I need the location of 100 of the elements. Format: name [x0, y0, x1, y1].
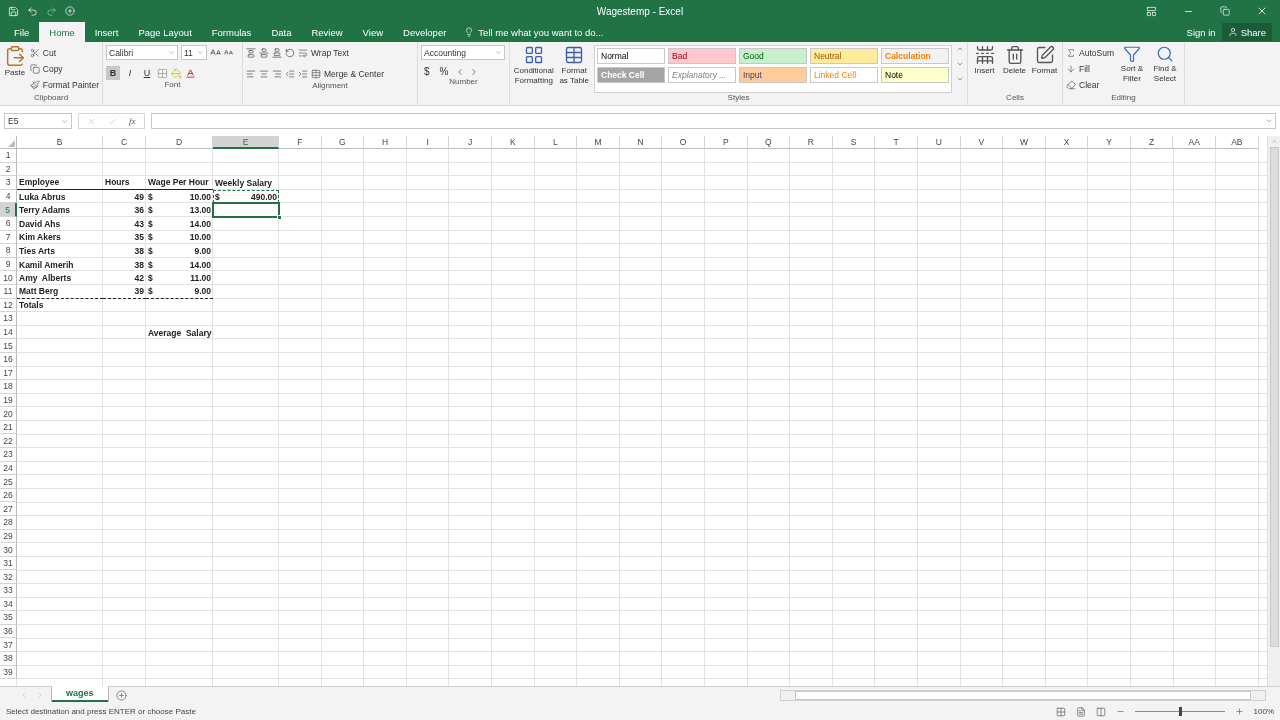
active-cell[interactable]	[213, 203, 279, 217]
tell-me-field[interactable]: Tell me what you want to do...	[478, 26, 604, 38]
number-format-button[interactable]: %	[436, 66, 452, 77]
column-header[interactable]: V	[960, 136, 1004, 149]
row-header[interactable]: 30	[0, 543, 17, 557]
row-header[interactable]: 35	[0, 611, 17, 625]
align-middle-icon[interactable]	[259, 47, 269, 58]
editing-command[interactable]: Clear	[1066, 77, 1114, 92]
shrink-font-icon[interactable]	[224, 48, 233, 57]
fill-color-icon[interactable]	[171, 67, 182, 79]
editing-command[interactable]: Sort & Filter	[1116, 45, 1147, 93]
grow-font-icon[interactable]	[210, 47, 221, 58]
cell-style[interactable]: Bad	[668, 48, 736, 64]
row-header[interactable]: 8	[0, 244, 17, 258]
styles-command[interactable]: Format as Table	[558, 45, 590, 93]
row-header[interactable]: 32	[0, 570, 17, 584]
column-header[interactable]: B	[17, 136, 103, 149]
column-header[interactable]: O	[662, 136, 705, 149]
menu-tab[interactable]: Review	[301, 22, 353, 42]
column-header[interactable]: E	[213, 136, 279, 149]
clipboard-command[interactable]: Format Painter	[29, 77, 99, 92]
indent-increase-icon[interactable]	[298, 68, 308, 79]
clipboard-command[interactable]: Copy	[29, 61, 99, 76]
sign-in-link[interactable]: Sign in	[1186, 26, 1216, 38]
page-break-icon[interactable]	[1095, 706, 1106, 717]
number-format-select[interactable]: Accounting	[421, 45, 505, 60]
column-header[interactable]: X	[1045, 136, 1089, 149]
row-header[interactable]: 27	[0, 502, 17, 517]
column-header[interactable]: F	[279, 136, 322, 149]
sheet-tab[interactable]: wages	[52, 686, 108, 702]
column-header[interactable]: H	[364, 136, 407, 149]
paste-button[interactable]: Paste	[3, 45, 27, 93]
cells-command[interactable]: Format	[1031, 45, 1058, 93]
cell-style[interactable]: Neutral	[810, 48, 878, 64]
row-header[interactable]: 1	[0, 149, 17, 163]
column-header[interactable]: U	[917, 136, 961, 149]
editing-command[interactable]: Fill	[1066, 61, 1114, 76]
lightbulb-icon[interactable]	[464, 27, 475, 37]
column-header[interactable]: L	[534, 136, 578, 149]
cancel-icon[interactable]	[87, 116, 96, 126]
column-header[interactable]: N	[619, 136, 663, 149]
scroll-up-icon[interactable]	[956, 45, 964, 53]
row-header[interactable]: 13	[0, 312, 17, 326]
row-header[interactable]: 33	[0, 584, 17, 598]
column-header[interactable]: AA	[1173, 136, 1217, 149]
menu-tab[interactable]: Formulas	[201, 22, 262, 42]
orientation-icon[interactable]	[285, 47, 295, 58]
column-header[interactable]: R	[790, 136, 833, 149]
zoom-level[interactable]: 100%	[1253, 707, 1274, 716]
row-header[interactable]: 28	[0, 516, 17, 530]
row-header[interactable]: 15	[0, 339, 17, 353]
scroll-down-icon[interactable]	[956, 60, 964, 68]
zoom-slider-thumb[interactable]	[1178, 707, 1182, 716]
align-right-icon[interactable]	[272, 68, 282, 79]
font-size-select[interactable]: 11	[181, 45, 207, 60]
normal-view-icon[interactable]	[1055, 706, 1066, 717]
align-top-icon[interactable]	[246, 47, 256, 58]
format-toggle[interactable]: B	[106, 66, 120, 80]
cell-style[interactable]: Explanatory ...	[668, 67, 736, 83]
more-icon[interactable]	[956, 75, 964, 83]
styles-command[interactable]: Conditional Formatting	[513, 45, 555, 93]
column-header[interactable]: W	[1003, 136, 1046, 149]
align-left-icon[interactable]	[246, 68, 256, 79]
row-header[interactable]: 3	[0, 176, 17, 190]
ribbon-display-icon[interactable]	[1146, 5, 1157, 17]
editing-command[interactable]: AutoSum	[1066, 45, 1114, 60]
merge-center-button[interactable]: Merge & Center	[311, 66, 384, 81]
cell-style[interactable]: Input	[739, 67, 807, 83]
menu-tab[interactable]: File	[4, 22, 40, 42]
align-bottom-icon[interactable]	[272, 47, 282, 58]
menu-tab[interactable]: Developer	[393, 22, 457, 42]
close-icon[interactable]	[1256, 5, 1268, 17]
redo-icon[interactable]	[46, 5, 57, 17]
scroll-up-icon[interactable]	[1270, 138, 1278, 145]
column-header[interactable]: I	[406, 136, 450, 149]
row-header[interactable]: 37	[0, 638, 17, 652]
editing-command[interactable]: Find & Select	[1149, 45, 1180, 93]
new-sheet-icon[interactable]	[115, 689, 127, 701]
column-header[interactable]: K	[491, 136, 535, 149]
wrap-text-button[interactable]: Wrap Text	[298, 45, 349, 60]
cell-style[interactable]: Note	[881, 67, 949, 83]
fill-handle[interactable]	[277, 214, 282, 220]
format-toggle[interactable]: I	[123, 66, 137, 80]
number-format-button[interactable]: $	[421, 66, 433, 77]
cells-command[interactable]: Delete	[1001, 45, 1028, 93]
column-header[interactable]: Q	[747, 136, 791, 149]
column-header[interactable]: P	[704, 136, 748, 149]
customize-icon[interactable]	[65, 6, 75, 16]
font-color-icon[interactable]	[185, 67, 196, 79]
select-all-icon[interactable]	[8, 140, 15, 147]
row-header[interactable]: 23	[0, 448, 17, 462]
row-header[interactable]: 18	[0, 380, 17, 394]
expand-icon[interactable]	[1265, 117, 1273, 125]
menu-tab[interactable]: Home	[39, 22, 85, 42]
restore-icon[interactable]	[1220, 6, 1230, 16]
insert-function-button[interactable]: fx	[129, 116, 136, 126]
column-header[interactable]: G	[321, 136, 365, 149]
user-icon[interactable]	[1227, 27, 1238, 37]
column-header[interactable]: M	[577, 136, 620, 149]
clipboard-command[interactable]: Cut	[29, 45, 99, 60]
